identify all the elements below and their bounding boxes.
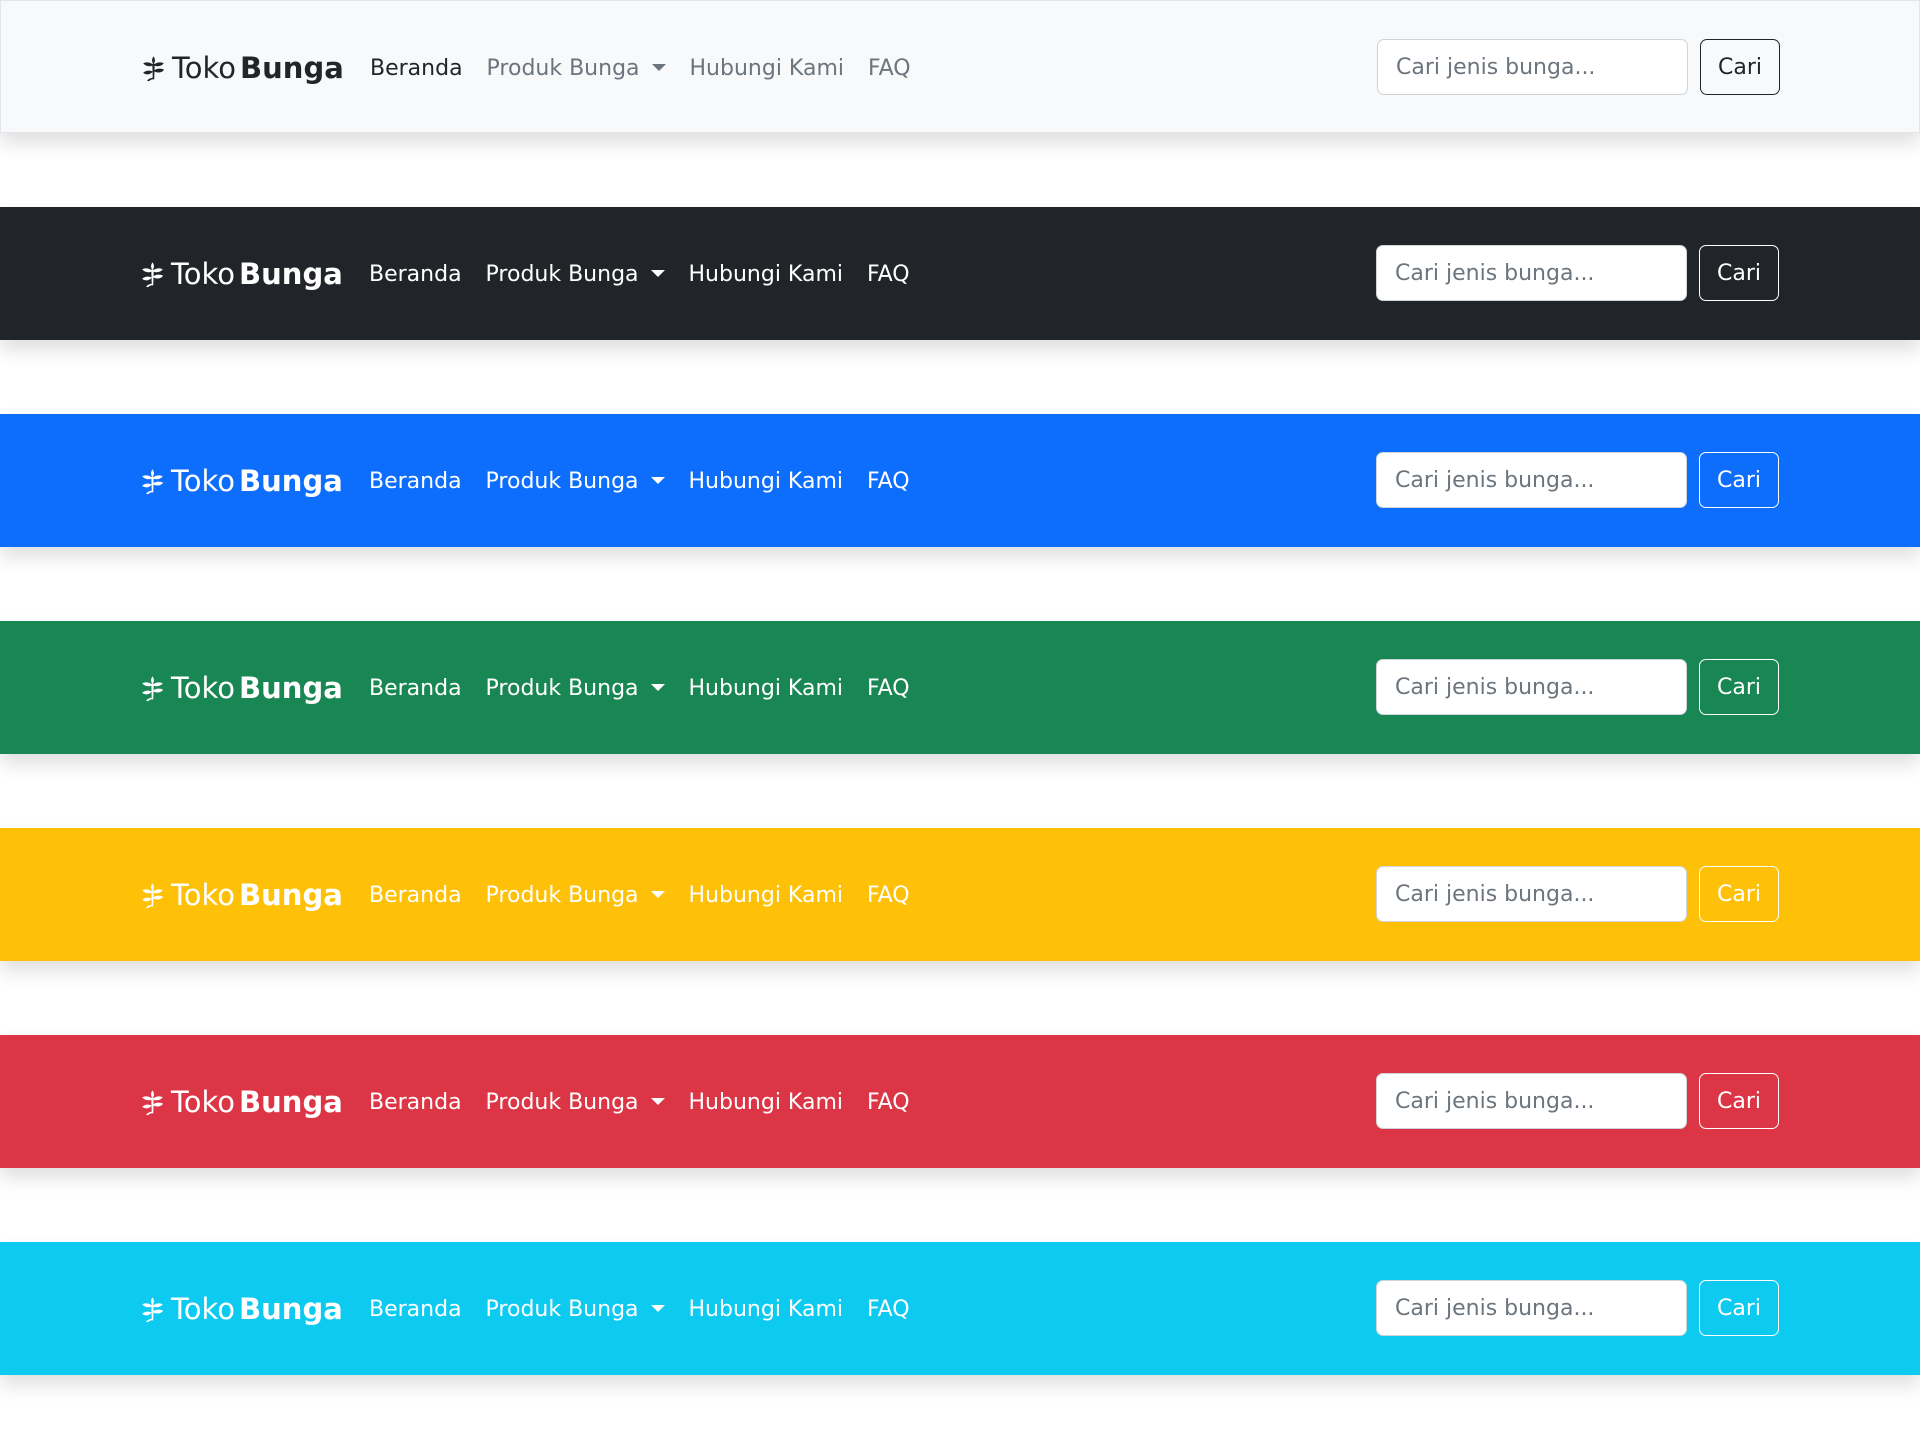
flower-icon	[138, 881, 167, 910]
nav-link-faq[interactable]: FAQ	[867, 1085, 910, 1121]
nav-dropdown-products[interactable]: Produk Bunga	[486, 257, 665, 293]
flower-icon	[139, 54, 168, 83]
brand-name-bold: Bunga	[239, 464, 343, 498]
nav-dropdown-products-label: Produk Bunga	[485, 883, 639, 908]
nav-link-faq[interactable]: FAQ	[867, 671, 910, 707]
nav-dropdown-products-label: Produk Bunga	[485, 262, 639, 287]
brand-name-light: Toko	[171, 1292, 236, 1326]
search-button[interactable]: Cari	[1699, 1073, 1779, 1129]
caret-down-icon	[650, 477, 665, 484]
nav-menu: Beranda Produk Bunga Hubungi Kami FAQ	[369, 878, 934, 914]
caret-down-icon	[651, 64, 666, 71]
brand-name-light: Toko	[171, 464, 236, 498]
brand-name-bold: Bunga	[239, 878, 343, 912]
brand-link[interactable]: Toko Bunga	[138, 877, 343, 913]
search-button[interactable]: Cari	[1699, 659, 1779, 715]
flower-icon	[138, 1088, 167, 1117]
brand-name-bold: Bunga	[239, 671, 343, 705]
navbar-info: Toko Bunga Beranda Produk Bunga Hubungi …	[0, 1242, 1920, 1375]
search-input[interactable]	[1376, 452, 1687, 508]
nav-dropdown-products[interactable]: Produk Bunga	[486, 1292, 665, 1328]
navbar-success: Toko Bunga Beranda Produk Bunga Hubungi …	[0, 621, 1920, 754]
nav-menu: Beranda Produk Bunga Hubungi Kami FAQ	[369, 257, 934, 293]
search-input[interactable]	[1377, 39, 1688, 95]
nav-link-faq[interactable]: FAQ	[867, 464, 910, 500]
search-button[interactable]: Cari	[1700, 39, 1780, 95]
nav-link-contact[interactable]: Hubungi Kami	[689, 1292, 843, 1328]
navbar-dark: Toko Bunga Beranda Produk Bunga Hubungi …	[0, 207, 1920, 340]
nav-dropdown-products[interactable]: Produk Bunga	[486, 1085, 665, 1121]
nav-dropdown-products[interactable]: Produk Bunga	[486, 671, 665, 707]
flower-icon	[138, 674, 167, 703]
brand-name-bold: Bunga	[239, 1292, 343, 1326]
brand-name-light: Toko	[171, 671, 236, 705]
nav-dropdown-products[interactable]: Produk Bunga	[486, 464, 665, 500]
nav-link-home[interactable]: Beranda	[370, 51, 463, 87]
nav-link-faq[interactable]: FAQ	[867, 878, 910, 914]
nav-link-contact[interactable]: Hubungi Kami	[689, 257, 843, 293]
search-input[interactable]	[1376, 1073, 1687, 1129]
brand-link[interactable]: Toko Bunga	[138, 670, 343, 706]
search-input[interactable]	[1376, 659, 1687, 715]
nav-menu: Beranda Produk Bunga Hubungi Kami FAQ	[369, 1085, 934, 1121]
nav-link-contact[interactable]: Hubungi Kami	[689, 671, 843, 707]
brand-name-light: Toko	[172, 51, 237, 85]
nav-dropdown-products[interactable]: Produk Bunga	[486, 878, 665, 914]
navbar-primary: Toko Bunga Beranda Produk Bunga Hubungi …	[0, 414, 1920, 547]
nav-link-faq[interactable]: FAQ	[867, 1292, 910, 1328]
nav-dropdown-products-label: Produk Bunga	[485, 1297, 639, 1322]
brand-link[interactable]: Toko Bunga	[138, 256, 343, 292]
nav-link-contact[interactable]: Hubungi Kami	[689, 464, 843, 500]
nav-link-contact[interactable]: Hubungi Kami	[689, 878, 843, 914]
navbar-showcase: Toko Bunga Beranda Produk Bunga Hubungi …	[0, 0, 1920, 1449]
nav-link-contact[interactable]: Hubungi Kami	[690, 51, 844, 87]
caret-down-icon	[650, 1098, 665, 1105]
caret-down-icon	[650, 1305, 665, 1312]
nav-link-contact[interactable]: Hubungi Kami	[689, 1085, 843, 1121]
search-input[interactable]	[1376, 866, 1687, 922]
search-input[interactable]	[1376, 245, 1687, 301]
nav-dropdown-products-label: Produk Bunga	[485, 1090, 639, 1115]
nav-link-home[interactable]: Beranda	[369, 878, 462, 914]
flower-icon	[138, 260, 167, 289]
nav-link-home[interactable]: Beranda	[369, 1292, 462, 1328]
nav-link-faq[interactable]: FAQ	[867, 257, 910, 293]
brand-name-light: Toko	[171, 878, 236, 912]
nav-link-home[interactable]: Beranda	[369, 671, 462, 707]
search-button[interactable]: Cari	[1699, 866, 1779, 922]
search-button[interactable]: Cari	[1699, 245, 1779, 301]
nav-dropdown-products-label: Produk Bunga	[485, 676, 639, 701]
brand-name-bold: Bunga	[239, 1085, 343, 1119]
caret-down-icon	[650, 684, 665, 691]
search-button[interactable]: Cari	[1699, 452, 1779, 508]
nav-link-home[interactable]: Beranda	[369, 464, 462, 500]
nav-dropdown-products-label: Produk Bunga	[486, 56, 640, 81]
flower-icon	[138, 467, 167, 496]
brand-link[interactable]: Toko Bunga	[139, 50, 344, 86]
brand-name-light: Toko	[171, 257, 236, 291]
flower-icon	[138, 1295, 167, 1324]
brand-name-bold: Bunga	[240, 51, 344, 85]
brand-link[interactable]: Toko Bunga	[138, 463, 343, 499]
nav-link-home[interactable]: Beranda	[369, 1085, 462, 1121]
search-button[interactable]: Cari	[1699, 1280, 1779, 1336]
navbar-light: Toko Bunga Beranda Produk Bunga Hubungi …	[0, 0, 1920, 133]
brand-name-bold: Bunga	[239, 257, 343, 291]
nav-menu: Beranda Produk Bunga Hubungi Kami FAQ	[369, 1292, 934, 1328]
navbar-danger: Toko Bunga Beranda Produk Bunga Hubungi …	[0, 1035, 1920, 1168]
nav-link-home[interactable]: Beranda	[369, 257, 462, 293]
navbar-warning: Toko Bunga Beranda Produk Bunga Hubungi …	[0, 828, 1920, 961]
brand-link[interactable]: Toko Bunga	[138, 1291, 343, 1327]
nav-dropdown-products-label: Produk Bunga	[485, 469, 639, 494]
nav-menu: Beranda Produk Bunga Hubungi Kami FAQ	[369, 671, 934, 707]
search-input[interactable]	[1376, 1280, 1687, 1336]
nav-menu: Beranda Produk Bunga Hubungi Kami FAQ	[369, 464, 934, 500]
nav-menu: Beranda Produk Bunga Hubungi Kami FAQ	[370, 51, 935, 87]
brand-link[interactable]: Toko Bunga	[138, 1084, 343, 1120]
caret-down-icon	[650, 270, 665, 277]
caret-down-icon	[650, 891, 665, 898]
brand-name-light: Toko	[171, 1085, 236, 1119]
nav-link-faq[interactable]: FAQ	[868, 51, 911, 87]
nav-dropdown-products[interactable]: Produk Bunga	[487, 51, 666, 87]
